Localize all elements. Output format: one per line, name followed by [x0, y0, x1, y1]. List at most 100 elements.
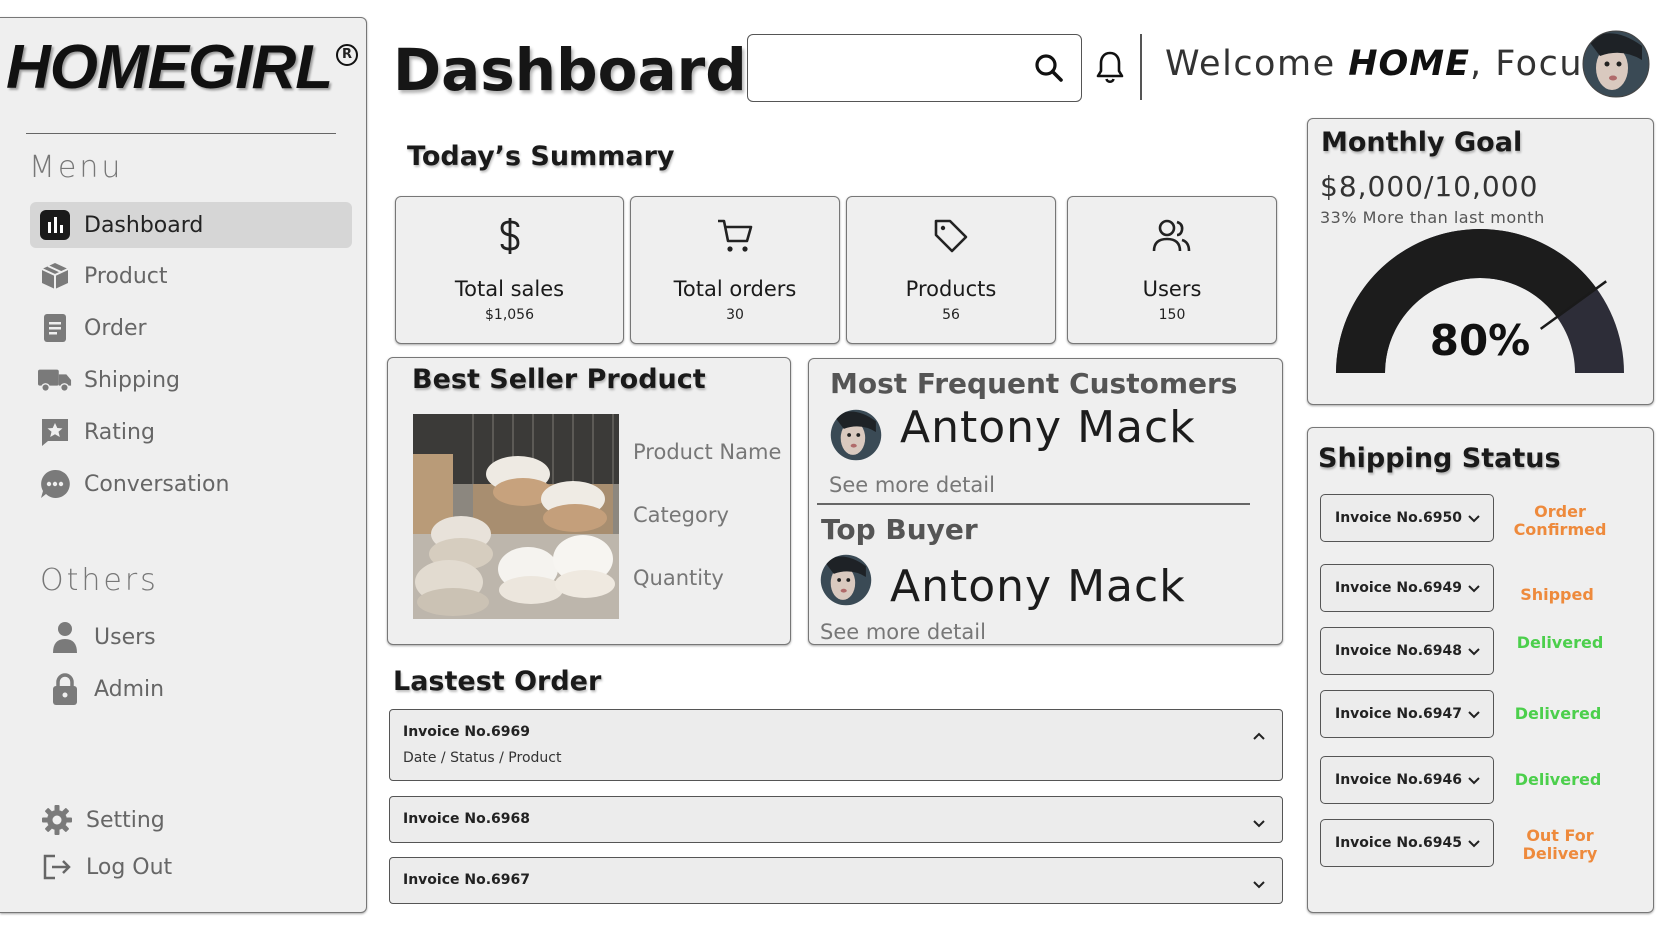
monthly-goal-title: Monthly Goal — [1321, 127, 1523, 158]
summary-card-label: Users — [1142, 277, 1202, 301]
star-message-icon — [38, 415, 72, 449]
frequent-customer-link[interactable]: See more detail — [829, 473, 995, 497]
summary-card-total-orders[interactable]: Total orders 30 — [630, 196, 840, 344]
product-name-label: Product Name — [633, 440, 782, 464]
users-icon — [1152, 215, 1192, 257]
chat-bubble-icon — [38, 467, 72, 501]
summary-card-users[interactable]: Users 150 — [1067, 196, 1277, 344]
shipping-invoice-select[interactable]: Invoice No.6946 — [1320, 756, 1494, 804]
sidebar-item-order[interactable]: Order — [30, 305, 352, 351]
shipping-status: Shipped — [1520, 585, 1594, 604]
sidebar-item-users[interactable]: Users — [40, 614, 340, 660]
order-row-expanded[interactable]: Invoice No.6969 Date / Status / Product — [389, 709, 1283, 781]
welcome-brand: HOME — [1348, 44, 1471, 84]
logout-icon — [40, 850, 74, 884]
menu-heading: Menu — [29, 150, 124, 185]
shipping-status: Delivered — [1514, 770, 1602, 789]
sidebar-item-label: Users — [94, 624, 156, 650]
monthly-goal-comparison: 33% More than last month — [1320, 208, 1545, 227]
welcome-message: Welcome HOME, Focus — [1165, 44, 1603, 84]
registered-mark: R — [336, 44, 358, 66]
chevron-down-icon[interactable] — [1467, 579, 1481, 598]
search-input[interactable] — [760, 51, 1024, 87]
summary-card-label: Total sales — [454, 277, 565, 301]
sidebar-item-logout[interactable]: Log Out — [32, 844, 332, 890]
box-icon — [38, 259, 72, 293]
shipping-invoice-select[interactable]: Invoice No.6947 — [1320, 690, 1494, 738]
shipping-invoice-select[interactable]: Invoice No.6945 — [1320, 819, 1494, 867]
gear-icon — [40, 803, 74, 837]
order-row[interactable]: Invoice No.6968 — [389, 796, 1283, 843]
sidebar-item-setting[interactable]: Setting — [32, 797, 332, 843]
product-image[interactable] — [413, 414, 619, 619]
sidebar-item-label: Rating — [84, 419, 155, 445]
customers-divider — [817, 503, 1250, 505]
frequent-customer-name[interactable]: Antony Mack — [900, 402, 1196, 453]
shipping-invoice-select[interactable]: Invoice No.6949 — [1320, 564, 1494, 612]
top-buyer-title: Top Buyer — [821, 513, 978, 546]
summary-card-label: Products — [905, 277, 997, 301]
sidebar-item-label: Product — [84, 263, 168, 289]
chevron-down-icon[interactable] — [1467, 705, 1481, 724]
search-box[interactable] — [747, 34, 1082, 102]
summary-card-products[interactable]: Products 56 — [846, 196, 1056, 344]
page-title: Dashboard — [393, 36, 747, 104]
sidebar-item-label: Log Out — [86, 854, 173, 880]
chevron-up-icon[interactable] — [1252, 726, 1266, 745]
chevron-down-icon[interactable] — [1252, 814, 1266, 833]
shipping-invoice: Invoice No.6945 — [1335, 835, 1463, 851]
sidebar-item-admin[interactable]: Admin — [40, 666, 340, 712]
shipping-invoice: Invoice No.6950 — [1335, 510, 1463, 526]
sidebar-item-label: Conversation — [84, 471, 230, 497]
chevron-down-icon[interactable] — [1252, 875, 1266, 894]
quantity-label: Quantity — [633, 566, 724, 590]
shipping-invoice-select[interactable]: Invoice No.6948 — [1320, 627, 1494, 675]
truck-icon — [38, 363, 72, 397]
shipping-title: Shipping Status — [1318, 443, 1561, 474]
shipping-invoice: Invoice No.6949 — [1335, 580, 1463, 596]
sidebar-item-rating[interactable]: Rating — [30, 409, 352, 455]
sidebar-item-shipping[interactable]: Shipping — [30, 357, 352, 403]
order-invoice: Invoice No.6969 — [403, 724, 531, 740]
buyer-avatar[interactable] — [820, 554, 872, 606]
sidebar-item-label: Admin — [94, 676, 165, 702]
order-detail: Date / Status / Product — [403, 750, 562, 766]
dollar-icon — [497, 215, 523, 257]
latest-order-title: Lastest Order — [393, 666, 602, 697]
others-heading: Others — [40, 563, 159, 598]
bell-icon[interactable] — [1095, 50, 1125, 88]
sidebar-divider — [26, 133, 336, 134]
shipping-invoice: Invoice No.6947 — [1335, 706, 1463, 722]
header-separator — [1140, 34, 1142, 100]
sidebar-item-conversation[interactable]: Conversation — [30, 461, 352, 507]
shipping-status: Delivered — [1514, 704, 1602, 723]
summary-card-value: 150 — [1158, 307, 1186, 323]
chevron-down-icon[interactable] — [1467, 642, 1481, 661]
best-seller-title: Best Seller Product — [412, 364, 706, 395]
sidebar-item-label: Order — [84, 315, 147, 341]
order-invoice: Invoice No.6968 — [403, 811, 531, 827]
order-row[interactable]: Invoice No.6967 — [389, 857, 1283, 904]
chevron-down-icon[interactable] — [1467, 771, 1481, 790]
customer-avatar[interactable] — [830, 409, 882, 461]
sidebar-item-product[interactable]: Product — [30, 253, 352, 299]
summary-card-value: $1,056 — [485, 307, 534, 323]
summary-card-total-sales[interactable]: Total sales $1,056 — [395, 196, 624, 344]
chart-bars-icon — [38, 208, 72, 242]
order-invoice: Invoice No.6967 — [403, 872, 531, 888]
shipping-status: Order Confirmed — [1513, 502, 1607, 539]
sidebar-item-label: Dashboard — [84, 212, 204, 238]
summary-title: Today’s Summary — [407, 141, 675, 172]
chevron-down-icon[interactable] — [1467, 834, 1481, 853]
lock-icon — [48, 672, 82, 706]
shipping-status: Delivered — [1516, 633, 1604, 652]
cart-icon — [716, 215, 754, 257]
search-icon[interactable] — [1034, 53, 1064, 87]
sidebar-item-dashboard[interactable]: Dashboard — [30, 202, 352, 248]
top-buyer-link[interactable]: See more detail — [820, 620, 986, 644]
chevron-down-icon[interactable] — [1467, 509, 1481, 528]
avatar[interactable] — [1582, 30, 1650, 98]
top-buyer-name[interactable]: Antony Mack — [890, 561, 1186, 612]
shipping-invoice: Invoice No.6946 — [1335, 772, 1463, 788]
shipping-invoice-select[interactable]: Invoice No.6950 — [1320, 494, 1494, 542]
